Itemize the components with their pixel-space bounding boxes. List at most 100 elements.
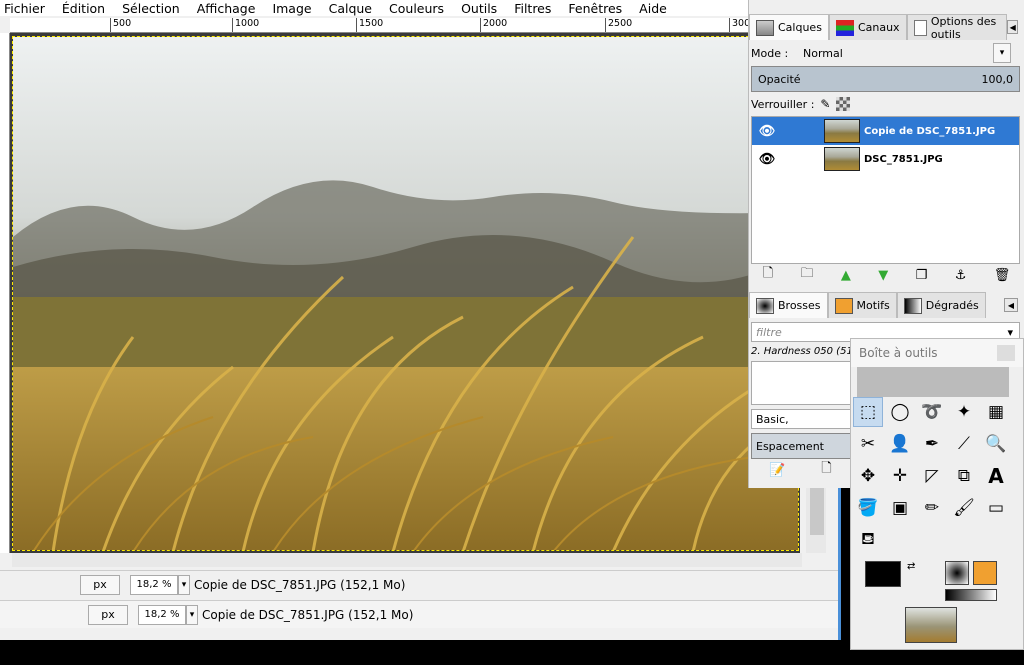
menu-edition[interactable]: Édition — [58, 1, 105, 16]
lasso-icon[interactable]: ➰ — [917, 397, 947, 427]
active-gradient-preview[interactable] — [945, 589, 997, 601]
opacity-label: Opacité — [758, 72, 801, 86]
chevron-down-icon[interactable]: ▾ — [178, 574, 190, 595]
move-icon[interactable]: ✥ — [853, 461, 883, 491]
menu-selection[interactable]: Sélection — [118, 1, 180, 16]
menu-calque[interactable]: Calque — [325, 1, 372, 16]
layer-row[interactable]: 👁 Copie de DSC_7851.JPG — [752, 117, 1019, 145]
blend-icon[interactable]: ▣ — [885, 493, 915, 523]
vertical-ruler[interactable] — [0, 33, 10, 553]
align-icon[interactable]: ✛ — [885, 461, 915, 491]
crop-icon[interactable]: ◸ — [917, 461, 947, 491]
new-layer-icon[interactable]: 🗋 — [763, 264, 773, 286]
zoom-field[interactable]: 18,2 % — [138, 604, 186, 625]
dock-tabs: Calques Canaux Options des outils ◀ — [749, 14, 1024, 41]
scissors-icon[interactable]: ✂ — [853, 429, 883, 459]
menu-filtres[interactable]: Filtres — [510, 1, 551, 16]
new-brush-icon[interactable]: 🗋 — [821, 459, 831, 481]
anchor-icon[interactable]: ⚓ — [955, 268, 967, 283]
toolbox-window: Boîte à outils ⬚ ◯ ➰ ✦ ▦ ✂ 👤 ✒ ⟋ 🔍 ✥ ✛ ◸… — [850, 338, 1024, 650]
layer-row[interactable]: 👁 DSC_7851.JPG — [752, 145, 1019, 173]
raise-layer-icon[interactable]: ▲ — [841, 268, 851, 283]
chevron-down-icon[interactable]: ▾ — [993, 43, 1011, 63]
text-tool-icon[interactable]: A — [981, 461, 1011, 491]
tab-degrades[interactable]: Dégradés — [896, 292, 986, 318]
delete-layer-icon[interactable]: 🗑 — [994, 268, 1011, 283]
brush-tabs: Brosses Motifs Dégradés ◀ — [749, 292, 1024, 318]
eye-icon[interactable]: 👁 — [752, 152, 782, 167]
brush-lock-icon[interactable]: ✎ — [820, 97, 830, 111]
alpha-lock-icon[interactable] — [836, 97, 851, 111]
duplicate-layer-icon[interactable]: ❐ — [916, 268, 928, 283]
foreground-color-swatch[interactable] — [865, 561, 901, 587]
tab-label: Canaux — [857, 21, 900, 34]
color-picker-icon[interactable]: ⟋ — [949, 429, 979, 459]
tab-canaux[interactable]: Canaux — [828, 14, 907, 40]
dock-menu-button[interactable]: ◀ — [1004, 298, 1018, 312]
eraser-icon[interactable]: ▭ — [981, 493, 1011, 523]
menu-fichier[interactable]: Fichier — [0, 1, 45, 16]
vertical-scroll-thumb[interactable] — [810, 485, 824, 535]
chevron-down-icon[interactable]: ▾ — [186, 604, 198, 625]
menu-affichage[interactable]: Affichage — [193, 1, 256, 16]
tab-calques[interactable]: Calques — [749, 14, 829, 40]
lower-layer-icon[interactable]: ▼ — [878, 268, 888, 283]
toolbox-title: Boîte à outils — [859, 346, 938, 360]
bucket-fill-icon[interactable]: 🪣 — [853, 493, 883, 523]
mode-row: Mode : Normal ▾ — [749, 40, 1024, 66]
foreground-select-icon[interactable]: 👤 — [885, 429, 915, 459]
tab-motifs[interactable]: Motifs — [827, 292, 897, 318]
ruler-tick: 1500 — [356, 18, 383, 32]
image-canvas[interactable] — [12, 36, 799, 551]
active-pattern-preview[interactable] — [973, 561, 997, 585]
paths-icon[interactable]: ✒ — [917, 429, 947, 459]
eye-icon[interactable]: 👁 — [752, 124, 782, 139]
rect-select-icon[interactable]: ⬚ — [853, 397, 883, 427]
ellipse-select-icon[interactable]: ◯ — [885, 397, 915, 427]
menu-couleurs[interactable]: Couleurs — [385, 1, 444, 16]
opacity-slider[interactable]: Opacité 100,0 — [751, 66, 1020, 92]
tab-label: Dégradés — [925, 299, 979, 312]
mode-label: Mode : — [751, 46, 789, 60]
active-brush-preview[interactable] — [945, 561, 969, 585]
zoom-field[interactable]: 18,2 % — [130, 574, 178, 595]
unit-selector[interactable]: px — [88, 604, 128, 625]
layer-actions: 🗋 🗀 ▲ ▼ ❐ ⚓ 🗑 — [749, 264, 1024, 286]
clone-stamp-icon[interactable]: ⛾ — [853, 525, 883, 555]
tab-options-outils[interactable]: Options des outils — [906, 14, 1008, 41]
paintbrush-icon[interactable]: 🖌 — [949, 493, 979, 523]
dock-menu-button[interactable]: ◀ — [1007, 20, 1018, 34]
unit-selector[interactable]: px — [80, 574, 120, 595]
swap-colors-icon[interactable]: ⇄ — [907, 561, 915, 572]
tool-options-icon — [913, 19, 927, 36]
menu-outils[interactable]: Outils — [457, 1, 497, 16]
mode-value[interactable]: Normal — [803, 47, 993, 60]
ruler-tick: 1000 — [232, 18, 259, 32]
landscape-photo — [13, 37, 798, 550]
active-image-thumbnail[interactable] — [905, 607, 957, 643]
horizontal-scrollbar[interactable] — [12, 553, 802, 567]
unified-transform-icon[interactable]: ⧉ — [949, 461, 979, 491]
ruler-tick: 500 — [110, 18, 131, 32]
tab-brosses[interactable]: Brosses — [749, 292, 828, 318]
menu-image[interactable]: Image — [268, 1, 311, 16]
pencil-icon[interactable]: ✏ — [917, 493, 947, 523]
tab-label: Motifs — [856, 299, 890, 312]
image-window: Fichier Édition Sélection Affichage Imag… — [0, 0, 840, 640]
zoom-icon[interactable]: 🔍 — [981, 429, 1011, 459]
status-text: Copie de DSC_7851.JPG (152,1 Mo) — [202, 607, 414, 622]
layer-name: Copie de DSC_7851.JPG — [864, 125, 996, 137]
menu-aide[interactable]: Aide — [635, 1, 667, 16]
close-icon[interactable] — [997, 345, 1015, 361]
horizontal-ruler[interactable]: 500 1000 1500 2000 2500 3000 — [10, 18, 800, 33]
new-group-icon[interactable]: 🗀 — [801, 264, 814, 286]
wilber-drop-area — [857, 367, 1009, 397]
magic-wand-icon[interactable]: ✦ — [949, 397, 979, 427]
menu-fenetres[interactable]: Fenêtres — [564, 1, 622, 16]
color-select-icon[interactable]: ▦ — [981, 397, 1011, 427]
ruler-tick: 2000 — [480, 18, 507, 32]
lock-row: Verrouiller : ✎ — [749, 92, 1024, 116]
spacing-label: Espacement — [756, 439, 824, 453]
layer-name: DSC_7851.JPG — [864, 153, 943, 165]
edit-brush-icon[interactable]: 📝 — [769, 463, 785, 478]
